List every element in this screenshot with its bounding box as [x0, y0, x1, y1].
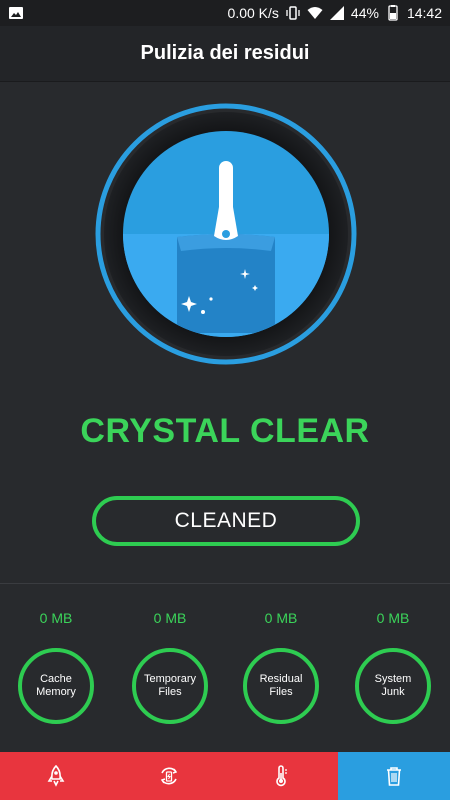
stat-ring[interactable]: Temporary Files — [132, 648, 208, 724]
stat-value: 0 MB — [39, 610, 73, 626]
clock: 14:42 — [406, 5, 442, 21]
stat-value: 0 MB — [376, 610, 410, 626]
tab-cpu-cooler[interactable] — [225, 752, 338, 800]
image-icon — [9, 7, 23, 19]
clean-status-headline: CRYSTAL CLEAR — [80, 412, 370, 450]
stat-residual-files: 0 MB Residual Files — [231, 610, 331, 724]
network-speed: 0.00 K/s — [227, 5, 279, 21]
thermometer-icon — [276, 765, 288, 787]
vibrate-icon — [286, 6, 300, 20]
page-title: Pulizia dei residui — [140, 42, 310, 64]
stat-label: Residual Files — [259, 673, 303, 698]
cleaned-button[interactable]: CLEANED — [92, 496, 360, 546]
tab-battery-saver[interactable] — [112, 752, 225, 800]
stat-label: Cache Memory — [36, 673, 76, 698]
stat-ring[interactable]: Cache Memory — [18, 648, 94, 724]
junk-stats: 0 MB Cache Memory 0 MB Temporary Files 0… — [0, 610, 450, 730]
trash-icon — [386, 767, 401, 786]
battery-percent: 44% — [350, 5, 379, 21]
stat-ring[interactable]: System Junk — [355, 648, 431, 724]
broom-icon — [95, 103, 357, 365]
stat-temporary-files: 0 MB Temporary Files — [120, 610, 220, 724]
stat-label: Temporary Files — [144, 673, 196, 698]
section-divider — [0, 583, 450, 584]
stat-ring[interactable]: Residual Files — [243, 648, 319, 724]
stat-label: System Junk — [374, 673, 412, 698]
battery-icon — [388, 5, 398, 21]
stat-value: 0 MB — [264, 610, 298, 626]
battery-cycle-icon — [160, 767, 177, 785]
wifi-icon — [307, 7, 323, 19]
stat-system-junk: 0 MB System Junk — [343, 610, 443, 724]
tab-junk-cleaner[interactable] — [337, 752, 450, 800]
clean-status-graphic — [95, 103, 357, 365]
signal-icon — [329, 6, 344, 20]
tab-boost[interactable] — [0, 752, 113, 800]
stat-value: 0 MB — [153, 610, 187, 626]
rocket-icon — [47, 765, 65, 787]
status-bar: 0.00 K/s 44% 14:42 — [0, 0, 450, 26]
bottom-nav — [0, 752, 450, 800]
stat-cache-memory: 0 MB Cache Memory — [6, 610, 106, 724]
app-header: Pulizia dei residui — [0, 26, 450, 82]
